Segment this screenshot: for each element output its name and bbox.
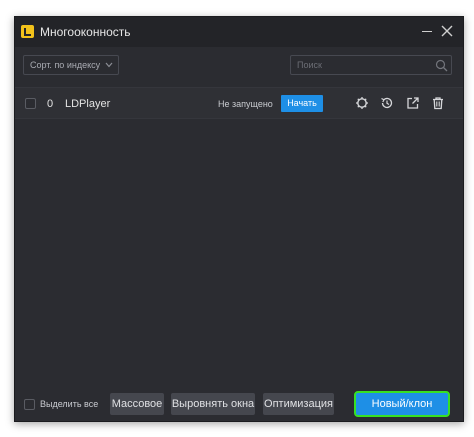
optimize-button[interactable]: Оптимизация [263, 393, 334, 415]
new-clone-label: Новый/клон [357, 394, 447, 414]
instance-index: 0 [47, 98, 54, 110]
chevron-down-icon [105, 62, 113, 68]
new-clone-button[interactable]: Новый/клон [354, 391, 450, 417]
minimize-icon[interactable] [419, 23, 435, 39]
title-bar: Многооконность [15, 17, 463, 47]
instance-checkbox[interactable] [25, 98, 36, 109]
settings-icon[interactable] [355, 96, 369, 110]
start-button[interactable]: Начать [281, 95, 323, 112]
multi-instance-window: Многооконность Сорт. по индексу 0 LDPlay… [14, 16, 464, 422]
search-input[interactable] [291, 56, 431, 74]
bulk-actions-button[interactable]: Массовое [110, 393, 164, 415]
search-box [290, 55, 452, 75]
shortcut-icon[interactable] [406, 96, 420, 110]
window-title: Многооконность [40, 25, 131, 39]
ldplayer-logo-icon [21, 25, 34, 38]
arrange-windows-button[interactable]: Выровнять окна [171, 393, 255, 415]
instance-name: LDPlayer [65, 98, 111, 110]
instance-status: Не запущено [218, 99, 273, 109]
close-icon[interactable] [439, 23, 455, 39]
instance-row[interactable]: 0 LDPlayer Не запущено Начать [15, 87, 463, 119]
select-all-checkbox[interactable] [24, 399, 35, 410]
select-all-label[interactable]: Выделить все [40, 399, 98, 409]
sort-select-value: Сорт. по индексу [30, 60, 101, 70]
history-icon[interactable] [380, 96, 394, 110]
trash-icon[interactable] [431, 96, 445, 110]
search-icon[interactable] [435, 59, 448, 72]
sort-select[interactable]: Сорт. по индексу [23, 55, 119, 75]
